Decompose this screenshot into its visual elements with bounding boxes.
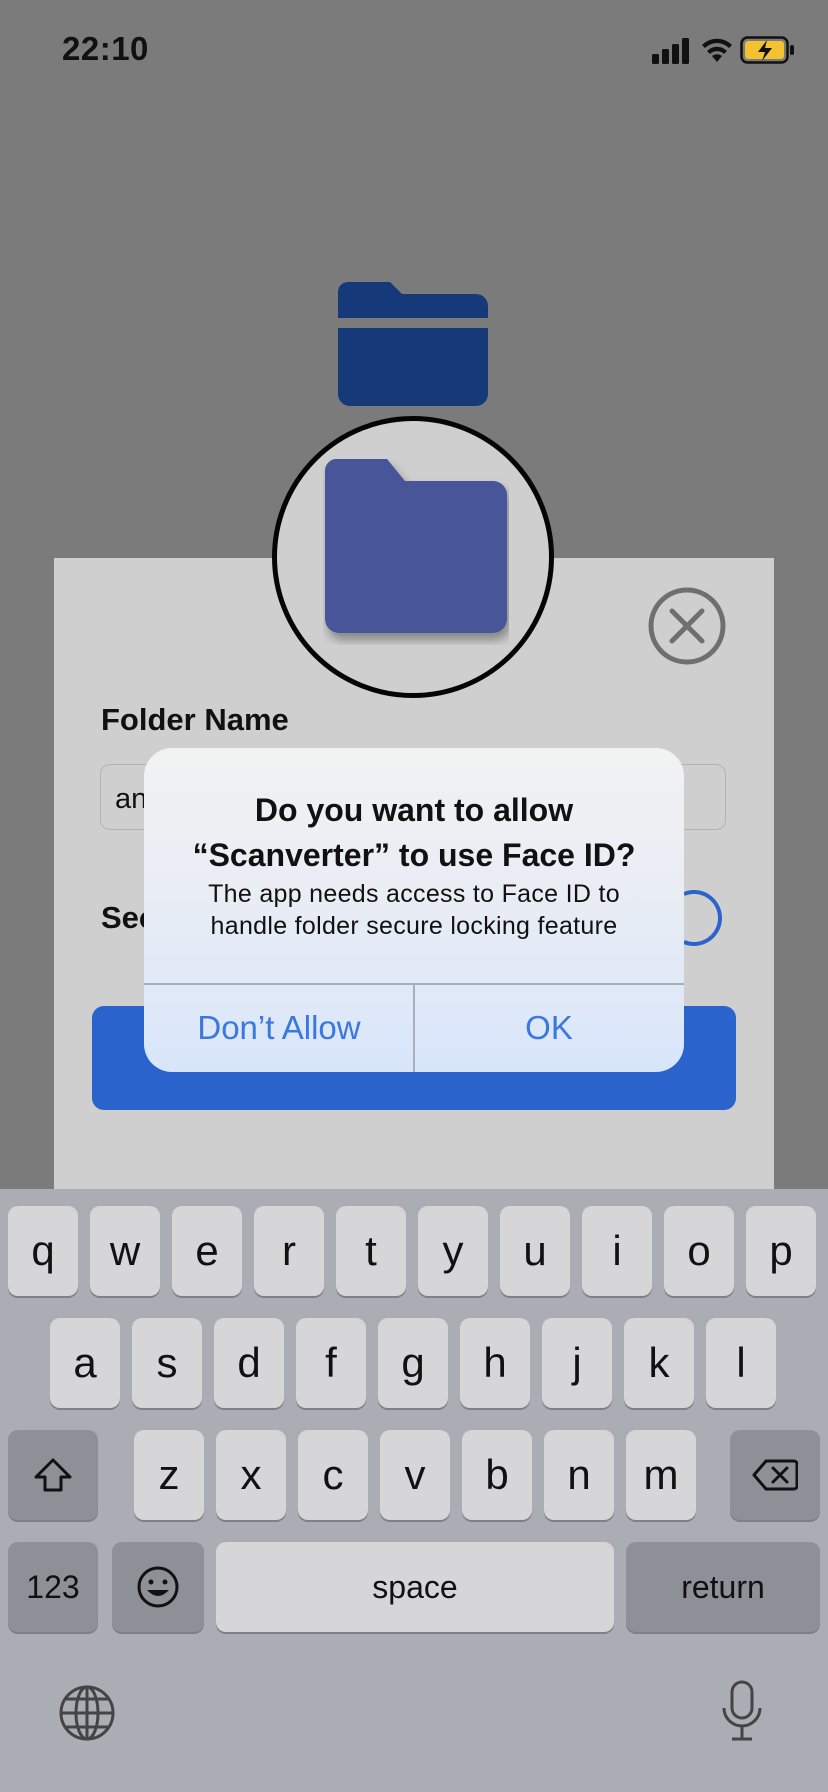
numbers-key[interactable]: 123 <box>8 1542 98 1632</box>
key-v[interactable]: v <box>380 1430 450 1520</box>
key-t[interactable]: t <box>336 1206 406 1296</box>
key-x[interactable]: x <box>216 1430 286 1520</box>
key-z[interactable]: z <box>134 1430 204 1520</box>
key-q[interactable]: q <box>8 1206 78 1296</box>
key-f[interactable]: f <box>296 1318 366 1408</box>
status-bar: 22:10 <box>0 0 828 100</box>
battery-charging-icon <box>740 36 794 64</box>
key-m[interactable]: m <box>626 1430 696 1520</box>
delete-key[interactable] <box>730 1430 820 1520</box>
key-d[interactable]: d <box>214 1318 284 1408</box>
key-i[interactable]: i <box>582 1206 652 1296</box>
key-a[interactable]: a <box>50 1318 120 1408</box>
return-key[interactable]: return <box>626 1542 820 1632</box>
key-c[interactable]: c <box>298 1430 368 1520</box>
clock: 22:10 <box>62 30 149 67</box>
key-o[interactable]: o <box>664 1206 734 1296</box>
face-id-permission-alert: Do you want to allow “Scanverter” to use… <box>144 748 684 1072</box>
delete-icon <box>752 1459 798 1491</box>
signal-icon <box>652 38 689 64</box>
microphone-icon[interactable] <box>720 1680 764 1742</box>
emoji-key[interactable] <box>112 1542 204 1632</box>
folder-icon <box>324 459 507 633</box>
folder-name-label: Folder Name <box>101 702 289 737</box>
secure-toggle[interactable] <box>676 888 732 948</box>
key-u[interactable]: u <box>500 1206 570 1296</box>
shift-icon <box>34 1458 72 1492</box>
wifi-icon <box>702 38 732 62</box>
dont-allow-button[interactable]: Don’t Allow <box>144 984 414 1072</box>
key-y[interactable]: y <box>418 1206 488 1296</box>
key-e[interactable]: e <box>172 1206 242 1296</box>
key-p[interactable]: p <box>746 1206 816 1296</box>
key-h[interactable]: h <box>460 1318 530 1408</box>
key-j[interactable]: j <box>542 1318 612 1408</box>
globe-icon[interactable] <box>58 1684 116 1742</box>
key-s[interactable]: s <box>132 1318 202 1408</box>
emoji-icon <box>137 1566 179 1608</box>
key-k[interactable]: k <box>624 1318 694 1408</box>
folder-name-value: an <box>115 783 148 815</box>
alert-message: The app needs access to Face ID to handl… <box>208 880 620 940</box>
key-b[interactable]: b <box>462 1430 532 1520</box>
space-key[interactable]: space <box>216 1542 614 1632</box>
alert-title: Do you want to allow “Scanverter” to use… <box>192 792 636 873</box>
key-n[interactable]: n <box>544 1430 614 1520</box>
shift-key[interactable] <box>8 1430 98 1520</box>
folder-icon <box>338 282 488 406</box>
key-g[interactable]: g <box>378 1318 448 1408</box>
close-icon[interactable] <box>647 586 727 666</box>
folder-avatar[interactable] <box>272 416 554 698</box>
key-w[interactable]: w <box>90 1206 160 1296</box>
key-l[interactable]: l <box>706 1318 776 1408</box>
key-r[interactable]: r <box>254 1206 324 1296</box>
ok-button[interactable]: OK <box>414 984 684 1072</box>
